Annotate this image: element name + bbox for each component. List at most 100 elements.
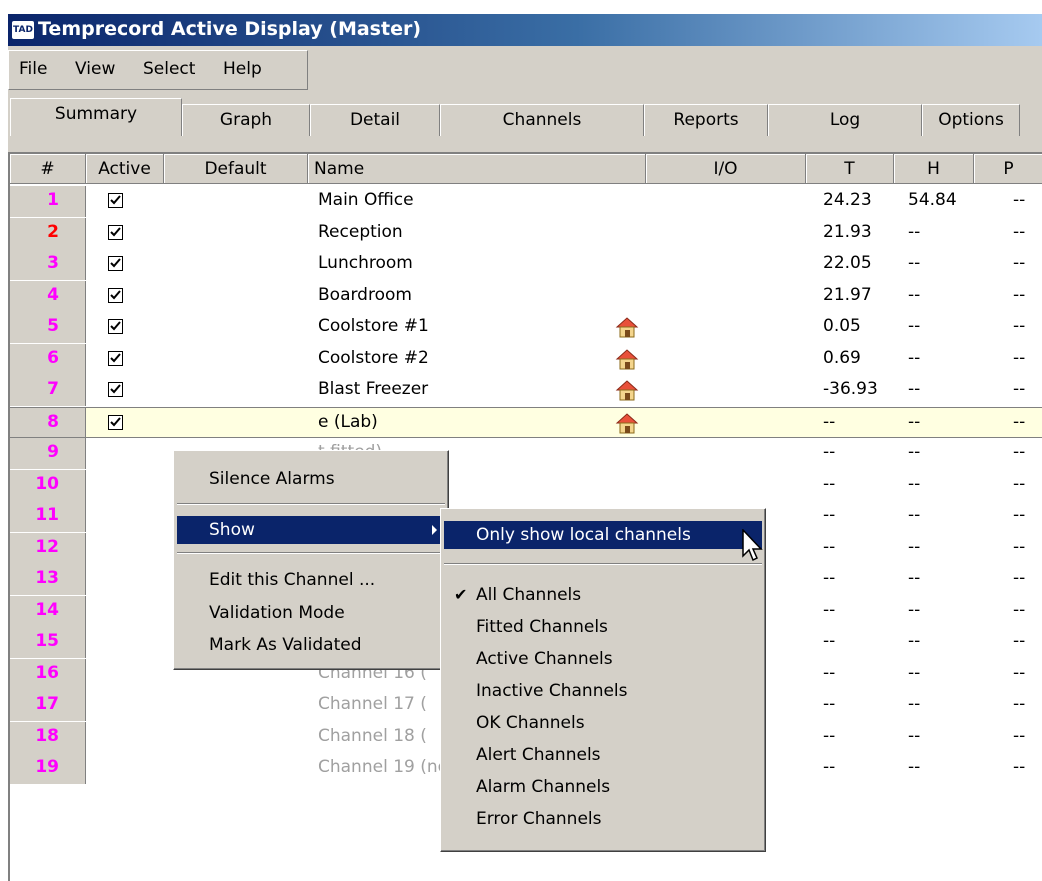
- tab-summary[interactable]: Summary: [10, 98, 182, 136]
- submenu-item[interactable]: ✔ All Channels: [444, 581, 762, 609]
- submenu-item-label: OK Channels: [476, 713, 585, 733]
- menu-separator: [177, 552, 445, 554]
- grid-header: # Active Default Name I/O T H P: [10, 154, 1042, 184]
- submenu-item[interactable]: OK Channels: [444, 709, 762, 737]
- menu-show-label: Show: [209, 520, 255, 540]
- temperature-value: --: [823, 694, 836, 714]
- tab-options[interactable]: Options: [922, 104, 1020, 136]
- channel-name: Reception: [318, 221, 403, 242]
- checkmark-icon: ✔: [454, 585, 468, 604]
- house-icon: [614, 347, 640, 376]
- tab-detail[interactable]: Detail: [310, 104, 440, 136]
- temperature-value: --: [823, 631, 836, 651]
- temperature-value: --: [823, 662, 836, 683]
- table-row[interactable]: 10 -- -- --: [10, 469, 1042, 501]
- col-io[interactable]: I/O: [646, 154, 806, 184]
- submenu-item[interactable]: Inactive Channels: [444, 677, 762, 705]
- table-row[interactable]: 3 Lunchroom 22.05 -- --: [10, 249, 1042, 280]
- active-checkbox[interactable]: [108, 382, 123, 397]
- row-number: 6: [47, 347, 59, 368]
- submenu-item-label: Error Channels: [476, 809, 602, 829]
- submenu-item[interactable]: Active Channels: [444, 645, 762, 673]
- col-default[interactable]: Default: [164, 154, 308, 184]
- row-number: 16: [35, 662, 59, 683]
- col-active[interactable]: Active: [86, 154, 164, 184]
- table-row[interactable]: 4 Boardroom 21.97 -- --: [10, 280, 1042, 312]
- row-number: 8: [47, 411, 59, 432]
- humidity-value: --: [908, 757, 921, 777]
- pressure-value: --: [1013, 442, 1026, 462]
- table-row[interactable]: 2 Reception 21.93 -- --: [10, 217, 1042, 249]
- mouse-cursor-icon: [742, 529, 763, 562]
- active-checkbox[interactable]: [108, 256, 123, 271]
- row-number: 14: [35, 599, 59, 620]
- menu-edit-channel[interactable]: Edit this Channel ...: [177, 566, 445, 594]
- col-t[interactable]: T: [806, 154, 894, 184]
- row-number: 9: [47, 442, 59, 462]
- row-number-cell: 9: [10, 438, 86, 469]
- submenu-item[interactable]: Fitted Channels: [444, 613, 762, 641]
- row-number: 19: [35, 757, 59, 777]
- submenu-item[interactable]: Error Channels: [444, 805, 762, 833]
- active-checkbox[interactable]: [108, 414, 123, 430]
- active-checkbox[interactable]: [108, 193, 123, 208]
- tab-log[interactable]: Log: [768, 104, 922, 136]
- table-row[interactable]: 1 Main Office 24.23 54.84 --: [10, 186, 1042, 217]
- humidity-value: --: [908, 662, 921, 683]
- menu-file[interactable]: File: [19, 59, 47, 79]
- row-number: 17: [35, 694, 59, 714]
- col-h[interactable]: H: [894, 154, 974, 184]
- house-icon: [614, 378, 640, 407]
- temperature-value: --: [823, 473, 836, 494]
- tab-channels[interactable]: Channels: [440, 104, 644, 136]
- table-row[interactable]: 6 Coolstore #2 0.69 -- --: [10, 343, 1042, 376]
- show-submenu: Only show local channels ✔ All Channels Fit…: [440, 508, 766, 852]
- active-checkbox[interactable]: [108, 224, 123, 240]
- col-p[interactable]: P: [974, 154, 1042, 184]
- active-checkbox[interactable]: [108, 319, 123, 334]
- temperature-value: 21.97: [823, 284, 872, 305]
- menu-help[interactable]: Help: [223, 59, 262, 79]
- submenu-item[interactable]: Alert Channels: [444, 741, 762, 769]
- menu-silence-alarms[interactable]: Silence Alarms: [177, 465, 445, 493]
- pressure-value: --: [1013, 725, 1026, 746]
- tab-graph[interactable]: Graph: [182, 104, 310, 136]
- humidity-value: --: [908, 442, 921, 462]
- menu-mark-validated[interactable]: Mark As Validated: [177, 631, 445, 659]
- humidity-value: --: [908, 599, 921, 620]
- row-number-cell: 11: [10, 501, 86, 532]
- temperature-value: --: [823, 725, 836, 746]
- pressure-value: --: [1013, 253, 1026, 273]
- humidity-value: --: [908, 379, 921, 399]
- pressure-value: --: [1013, 662, 1026, 683]
- menu-select[interactable]: Select: [143, 59, 195, 79]
- temperature-value: --: [823, 442, 836, 462]
- humidity-value: --: [908, 725, 921, 746]
- submenu-item-label: Active Channels: [476, 649, 613, 669]
- tab-reports[interactable]: Reports: [644, 104, 768, 136]
- table-row[interactable]: 5 Coolstore #1 0.05 -- --: [10, 312, 1042, 343]
- table-row[interactable]: 7 Blast Freezer -36.93 -- --: [10, 375, 1042, 406]
- pressure-value: --: [1013, 316, 1026, 336]
- submenu-item[interactable]: Only show local channels: [444, 521, 762, 549]
- pressure-value: --: [1013, 599, 1026, 620]
- col-name[interactable]: Name: [308, 154, 646, 184]
- submenu-item[interactable]: Alarm Channels: [444, 773, 762, 801]
- pressure-value: --: [1013, 757, 1026, 777]
- col-number[interactable]: #: [10, 154, 86, 184]
- row-number: 2: [47, 221, 59, 242]
- table-row[interactable]: 9t fitted)------: [10, 438, 1042, 469]
- temperature-value: 0.05: [823, 316, 861, 336]
- menu-view[interactable]: View: [75, 59, 115, 79]
- menu-validation-mode[interactable]: Validation Mode: [177, 599, 445, 627]
- row-number: 10: [35, 473, 59, 494]
- submenu-item-label: Fitted Channels: [476, 617, 608, 637]
- active-checkbox[interactable]: [108, 287, 123, 303]
- humidity-value: --: [908, 284, 921, 305]
- table-row[interactable]: 8 e (Lab) -- -- --: [10, 406, 1042, 438]
- menu-show[interactable]: Show: [177, 516, 445, 544]
- pressure-value: --: [1013, 411, 1026, 432]
- active-checkbox[interactable]: [108, 350, 123, 366]
- pressure-value: --: [1013, 694, 1026, 714]
- title-bar[interactable]: TAD Temprecord Active Display (Master): [8, 14, 1042, 46]
